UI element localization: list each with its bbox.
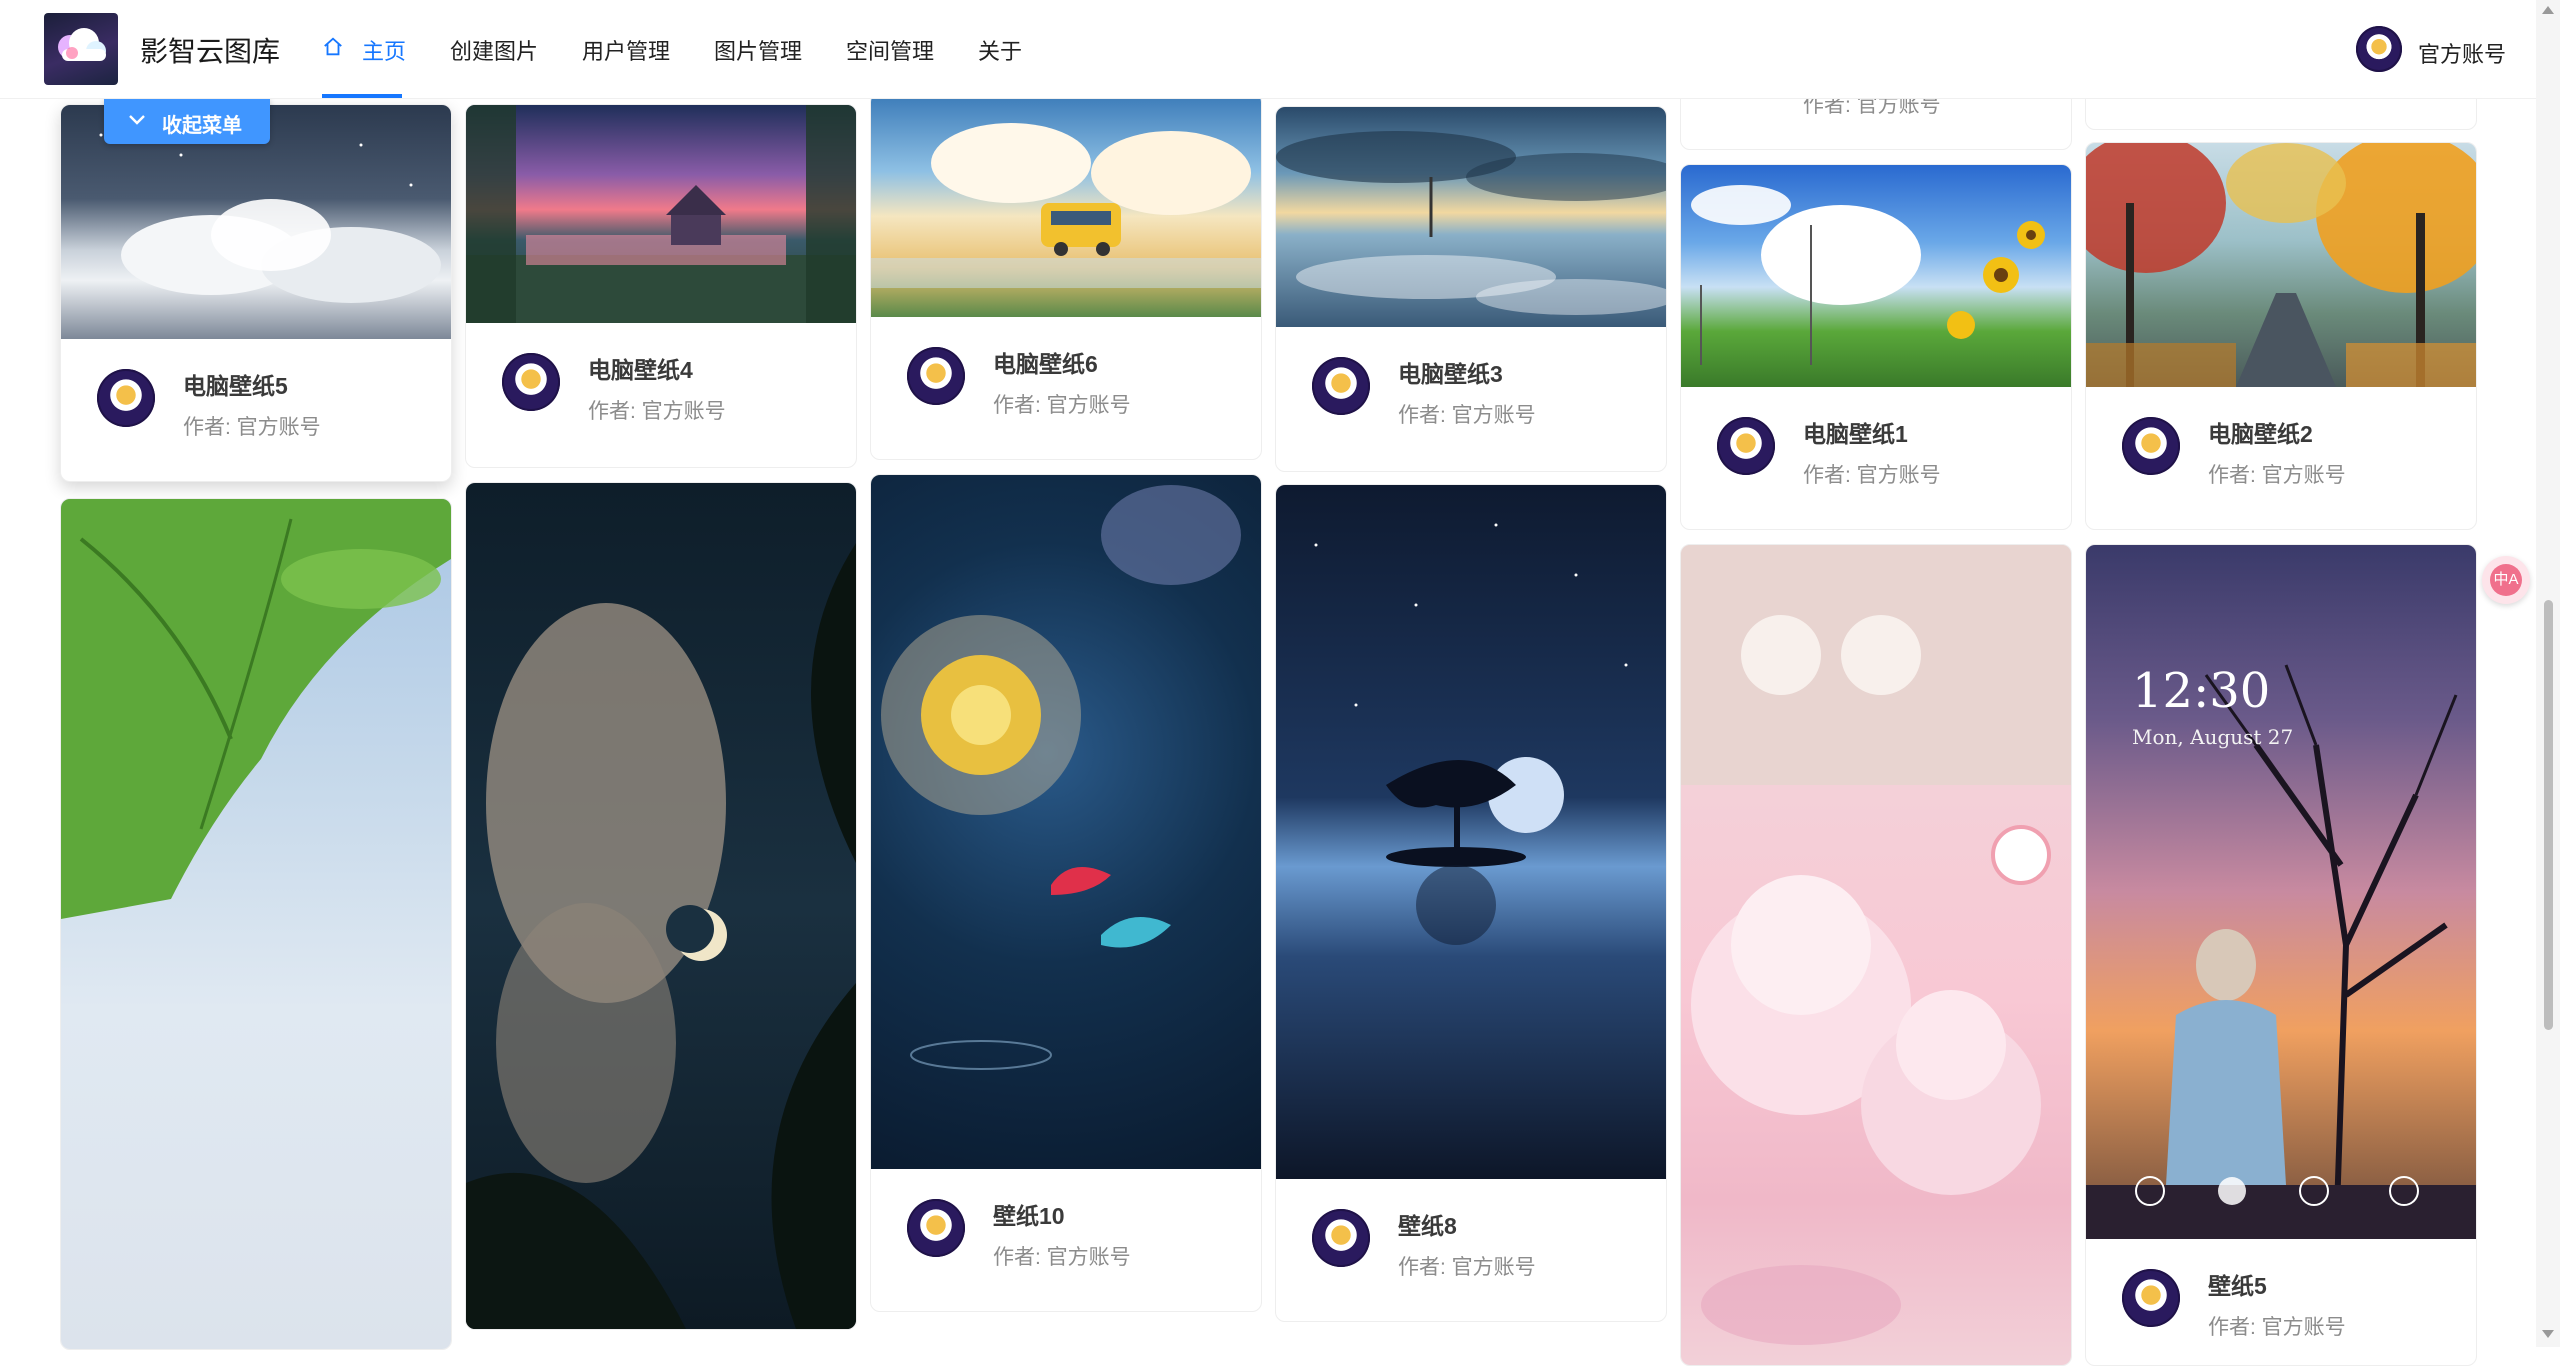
image-card[interactable] bbox=[465, 482, 857, 1330]
nav-item-space-management[interactable]: 空间管理 bbox=[846, 34, 934, 66]
card-image[interactable] bbox=[871, 93, 1261, 317]
card-title: 电脑壁纸6 bbox=[993, 351, 1098, 377]
card-image[interactable]: 12:30 Mon, August 27 bbox=[2086, 545, 2476, 1240]
card-title: 壁纸10 bbox=[993, 1203, 1065, 1229]
card-meta: 电脑壁纸3 作者: 官方账号 bbox=[1276, 327, 1666, 447]
image-card[interactable]: 电脑壁纸1 作者: 官方账号 bbox=[1680, 164, 2072, 530]
card-image[interactable] bbox=[1276, 107, 1666, 327]
author-avatar bbox=[502, 353, 560, 411]
card-image[interactable] bbox=[2086, 143, 2476, 387]
collapse-menu-button[interactable]: 收起菜单 bbox=[104, 98, 270, 144]
card-meta: 电脑壁纸4 作者: 官方账号 bbox=[466, 323, 856, 443]
card-author: 作者: 官方账号 bbox=[183, 416, 321, 439]
site-logo[interactable] bbox=[44, 13, 118, 85]
card-author: 作者: 官方账号 bbox=[1803, 464, 1941, 487]
card-image[interactable] bbox=[466, 105, 856, 323]
card-image[interactable] bbox=[466, 483, 856, 1329]
image-card[interactable]: 电脑壁纸4 作者: 官方账号 bbox=[465, 104, 857, 468]
card-meta: 电脑壁纸6 作者: 官方账号 bbox=[871, 317, 1261, 437]
card-image[interactable] bbox=[1681, 165, 2071, 387]
account-name: 官方账号 bbox=[2418, 42, 2507, 67]
author-avatar bbox=[1312, 357, 1370, 415]
translate-icon: 中A bbox=[2490, 564, 2522, 596]
author-avatar bbox=[2122, 1269, 2180, 1327]
card-meta: 壁纸8 作者: 官方账号 bbox=[1276, 1179, 1666, 1299]
card-author: 作者: 官方账号 bbox=[1398, 404, 1536, 427]
author-avatar bbox=[1312, 1209, 1370, 1267]
author-avatar bbox=[907, 347, 965, 405]
collapse-menu-label: 收起菜单 bbox=[162, 115, 242, 137]
scroll-up-icon[interactable] bbox=[2542, 6, 2554, 14]
image-card[interactable]: 壁纸10 作者: 官方账号 bbox=[870, 474, 1262, 1312]
user-avatar bbox=[2356, 26, 2402, 72]
author-avatar bbox=[1717, 417, 1775, 475]
author-avatar bbox=[2122, 417, 2180, 475]
scroll-down-icon[interactable] bbox=[2542, 1330, 2554, 1338]
card-image[interactable] bbox=[61, 499, 451, 1349]
card-image[interactable] bbox=[871, 475, 1261, 1169]
card-title: 电脑壁纸4 bbox=[588, 357, 693, 383]
image-card[interactable]: 电脑壁纸5 作者: 官方账号 bbox=[60, 104, 452, 482]
card-author: 作者: 官方账号 bbox=[1398, 1256, 1536, 1279]
scrollbar-thumb[interactable] bbox=[2544, 600, 2553, 1030]
site-title[interactable]: 影智云图库 bbox=[140, 30, 280, 70]
nav-item-create-image[interactable]: 创建图片 bbox=[450, 34, 538, 66]
nav-item-home-label: 主页 bbox=[362, 39, 407, 64]
card-meta: 电脑壁纸5 作者: 官方账号 bbox=[61, 339, 451, 459]
card-title: 电脑壁纸1 bbox=[1803, 421, 1908, 447]
card-author: 作者: 官方账号 bbox=[2208, 464, 2346, 487]
image-card[interactable] bbox=[60, 498, 452, 1350]
author-avatar bbox=[97, 369, 155, 427]
card-meta: 电脑壁纸2 作者: 官方账号 bbox=[2086, 387, 2476, 507]
card-author: 作者: 官方账号 bbox=[2208, 1316, 2346, 1339]
nav-item-image-management[interactable]: 图片管理 bbox=[714, 34, 802, 66]
image-card[interactable]: 壁纸8 作者: 官方账号 bbox=[1275, 484, 1667, 1322]
nav-active-indicator bbox=[322, 94, 402, 98]
nav-item-user-management[interactable]: 用户管理 bbox=[582, 34, 670, 66]
nav-item-about[interactable]: 关于 bbox=[978, 34, 1022, 66]
card-title: 壁纸5 bbox=[2208, 1273, 2267, 1299]
image-card[interactable]: 12:30 Mon, August 27 壁纸5 作者: 官方账号 bbox=[2085, 544, 2477, 1366]
card-author: 作者: 官方账号 bbox=[993, 1246, 1131, 1269]
card-meta: 壁纸10 作者: 官方账号 bbox=[871, 1169, 1261, 1289]
image-card[interactable]: 电脑壁纸3 作者: 官方账号 bbox=[1275, 106, 1667, 472]
image-card[interactable] bbox=[1680, 544, 2072, 1366]
image-card[interactable]: 电脑壁纸6 作者: 官方账号 bbox=[870, 92, 1262, 460]
card-image[interactable] bbox=[1681, 545, 2071, 1365]
card-meta: 壁纸5 作者: 官方账号 bbox=[2086, 1239, 2476, 1359]
card-author: 作者: 官方账号 bbox=[588, 400, 726, 423]
card-title: 壁纸8 bbox=[1398, 1213, 1457, 1239]
chevron-down-icon bbox=[129, 115, 145, 125]
card-author: 作者: 官方账号 bbox=[993, 394, 1131, 417]
card-image[interactable] bbox=[1276, 485, 1666, 1179]
image-card[interactable]: 电脑壁纸2 作者: 官方账号 bbox=[2085, 142, 2477, 530]
author-avatar bbox=[907, 1199, 965, 1257]
top-header: 影智云图库 主页 创建图片 用户管理 图片管理 空间管理 关于 官方账号 bbox=[0, 0, 2536, 99]
home-icon bbox=[324, 37, 342, 56]
card-title: 电脑壁纸3 bbox=[1398, 361, 1503, 387]
card-title: 电脑壁纸5 bbox=[183, 373, 288, 399]
card-meta: 电脑壁纸1 作者: 官方账号 bbox=[1681, 387, 2071, 507]
card-title: 电脑壁纸2 bbox=[2208, 421, 2313, 447]
translate-button[interactable]: 中A bbox=[2482, 556, 2530, 604]
lockscreen-date: Mon, August 27 bbox=[2132, 725, 2294, 749]
lockscreen-time: 12:30 bbox=[2132, 663, 2271, 719]
